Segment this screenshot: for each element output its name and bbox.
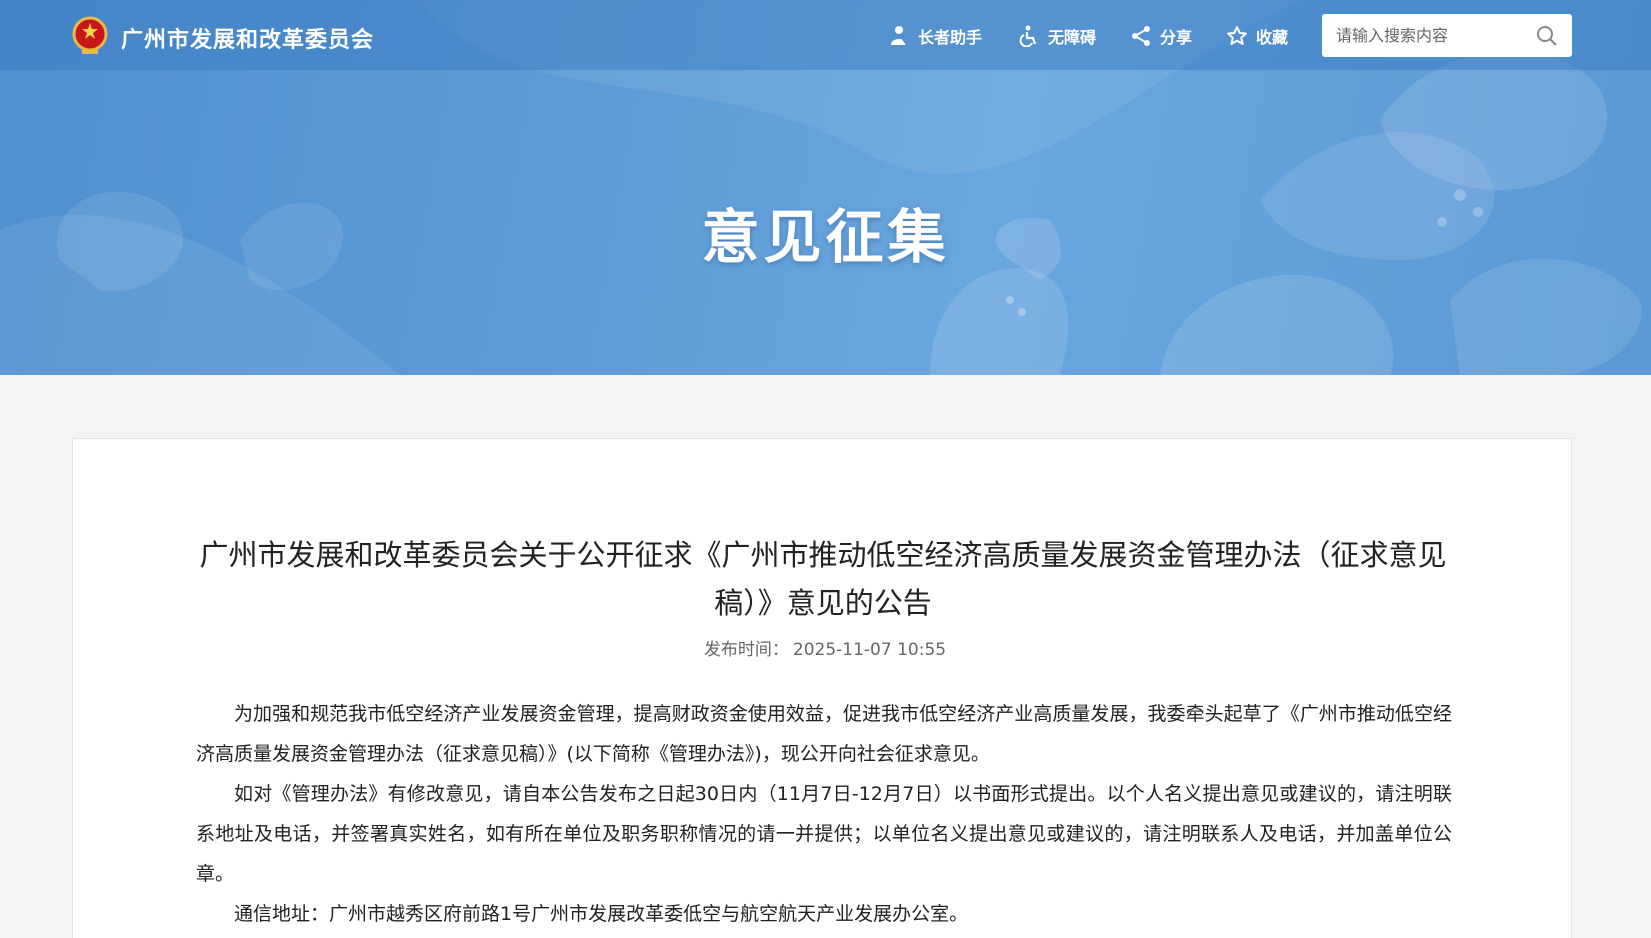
top-navigation-bar: 广州市发展和改革委员会 长者助手 无障碍 分享 收藏 请输入搜索内容	[0, 0, 1651, 70]
accessibility-icon	[1019, 25, 1037, 47]
hero-banner: 广州市发展和改革委员会 长者助手 无障碍 分享 收藏 请输入搜索内容 意见征集	[0, 0, 1651, 375]
search-box	[1322, 14, 1572, 57]
share-label: 分享	[1160, 28, 1193, 47]
accessibility-label: 无障碍	[1048, 28, 1097, 47]
elder-assist-icon	[891, 26, 908, 46]
article-body: 为加强和规范我市低空经济产业发展资金管理，提高财政资金使用效益，促进我市低空经济…	[196, 694, 1452, 934]
article-paragraph: 通信地址：广州市越秀区府前路1号广州市发展改革委低空与航空航天产业发展办公室。	[234, 903, 969, 925]
article-paragraph: 为加强和规范我市低空经济产业发展资金管理，提高财政资金使用效益，促进我市低空经济…	[196, 703, 1452, 765]
favorite-button[interactable]: 收藏	[1226, 24, 1288, 48]
publish-time: 发布时间： 2025-11-07 10:55	[193, 635, 1453, 660]
article-card: 广州市发展和改革委员会关于公开征求《广州市推动低空经济高质量发展资金管理办法（征…	[72, 438, 1572, 938]
article-paragraph: 如对《管理办法》有修改意见，请自本公告发布之日起30日内（11月7日-12月7日…	[196, 783, 1452, 885]
favorite-label: 收藏	[1256, 28, 1289, 47]
banner-title: 意见征集	[701, 203, 950, 271]
article-title: 广州市发展和改革委员会关于公开征求《广州市推动低空经济高质量发展资金管理办法（征…	[199, 538, 1447, 620]
search-input[interactable]	[1336, 26, 1536, 45]
elder-assist-button[interactable]: 长者助手	[888, 24, 982, 48]
elder-assist-label: 长者助手	[918, 28, 983, 47]
accessibility-button[interactable]: 无障碍	[1018, 24, 1096, 48]
publish-time-label: 发布时间：	[703, 640, 789, 660]
publish-time-value: 2025-11-07 10:55	[792, 640, 947, 660]
star-icon	[1227, 26, 1247, 45]
share-icon	[1132, 26, 1150, 46]
share-button[interactable]: 分享	[1130, 24, 1192, 48]
search-icon[interactable]	[1536, 25, 1558, 47]
site-title[interactable]: 广州市发展和改革委员会	[121, 22, 374, 54]
national-emblem-logo[interactable]	[72, 16, 108, 56]
